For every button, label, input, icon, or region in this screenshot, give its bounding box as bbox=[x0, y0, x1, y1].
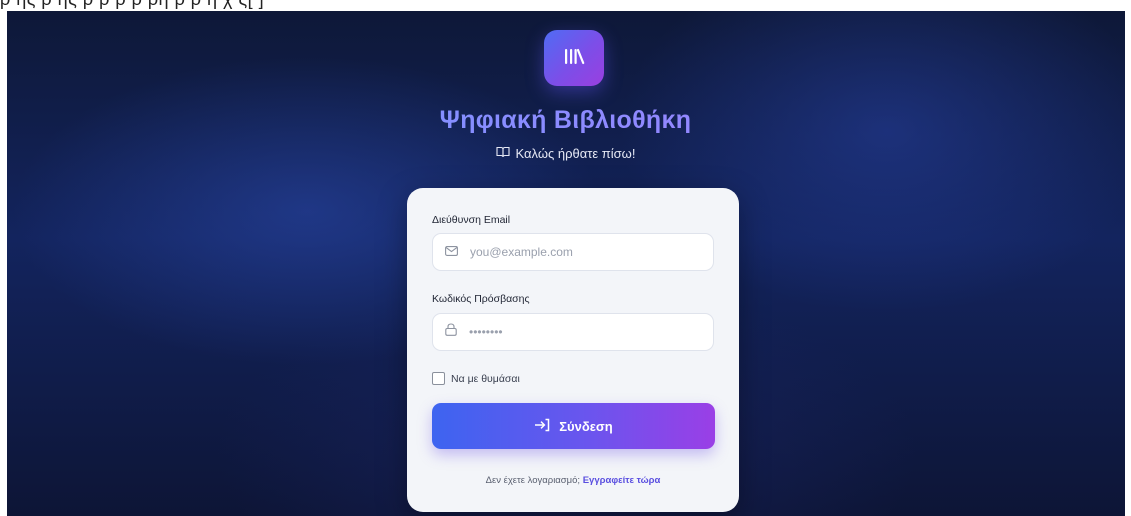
no-account-text: Δεν έχετε λογαριασμό; bbox=[485, 475, 581, 486]
remember-me-row[interactable]: Να με θυμάσαι bbox=[432, 372, 520, 385]
email-label: Διεύθυνση Email bbox=[432, 214, 511, 226]
remember-me-checkbox[interactable] bbox=[432, 372, 445, 385]
remember-me-label: Να με θυμάσαι bbox=[451, 372, 520, 385]
login-card: Διεύθυνση Email Κωδικός Πρόσβασης Να με … bbox=[407, 188, 739, 512]
login-button-label: Σύνδεση bbox=[559, 418, 613, 434]
top-clipped-text-strip: ρ ης ρ ης ρ ρ ρ ρ ρη ρ ρ η χ ς[ ] bbox=[0, 0, 1131, 11]
password-field-wrapper[interactable] bbox=[432, 313, 714, 351]
password-input[interactable] bbox=[467, 324, 691, 340]
login-arrow-icon bbox=[534, 418, 550, 435]
email-field-wrapper[interactable] bbox=[432, 233, 714, 271]
lock-icon bbox=[445, 323, 457, 341]
register-link[interactable]: Εγγραφείτε τώρα bbox=[583, 475, 661, 486]
login-button[interactable]: Σύνδεση bbox=[432, 403, 715, 449]
clipped-text: ρ ης ρ ης ρ ρ ρ ρ ρη ρ ρ η χ ς[ ] bbox=[0, 0, 264, 10]
app-logo bbox=[544, 30, 604, 86]
open-book-icon bbox=[495, 146, 510, 161]
email-input[interactable] bbox=[468, 244, 692, 260]
app-title: Ψηφιακή Βιβλιοθήκη bbox=[0, 106, 1131, 135]
signup-prompt: Δεν έχετε λογαριασμό; Εγγραφείτε τώρα bbox=[407, 475, 739, 486]
mail-icon bbox=[445, 243, 458, 261]
library-icon bbox=[563, 46, 585, 71]
subtitle-text: Καλώς ήρθατε πίσω! bbox=[515, 146, 636, 161]
password-label: Κωδικός Πρόσβασης bbox=[432, 293, 530, 305]
welcome-subtitle: Καλώς ήρθατε πίσω! bbox=[0, 146, 1131, 161]
